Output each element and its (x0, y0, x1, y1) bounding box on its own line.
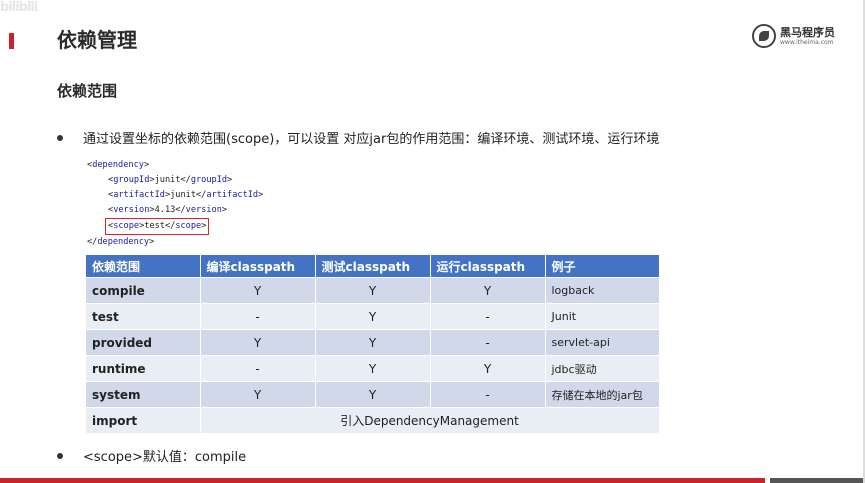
bullet-text: <scope>默认值：compile (83, 450, 247, 465)
page-title: 依赖管理 (57, 28, 137, 52)
code-line-dependency-open: <dependency> (87, 160, 150, 170)
row-example-cell: logback (545, 277, 660, 304)
watermark-logo: bilibili (0, 0, 38, 15)
row-scope-name: test (86, 303, 201, 330)
row-scope-name: runtime (86, 355, 201, 382)
row-example-cell: servlet-api (545, 329, 660, 356)
bullet-text: 通过设置坐标的依赖范围(scope)，可以设置 对应jar包的作用范围：编译环境… (83, 132, 660, 147)
header-runtime-classpath: 运行classpath (430, 255, 546, 278)
table-row: compile Y Y Y logback (86, 277, 660, 304)
row-compile-cell: - (200, 303, 316, 330)
row-scope-name: provided (86, 329, 201, 356)
row-test-cell: Y (315, 303, 431, 330)
title-accent-bar (9, 33, 14, 49)
row-scope-name: compile (86, 277, 201, 304)
horse-logo-icon (752, 24, 776, 48)
row-runtime-cell: Y (430, 355, 546, 382)
code-line-dependency-close: </dependency> (87, 237, 155, 247)
row-test-cell: Y (315, 329, 431, 356)
table-row: provided Y Y - servlet-api (86, 329, 660, 356)
row-runtime-cell: Y (430, 277, 546, 304)
logo-name: 黑马程序员 (780, 25, 835, 39)
code-line-version: <version>4.13</version> (108, 205, 228, 215)
table-row: system Y Y - 存储在本地的jar包 (86, 381, 660, 408)
bullet-scope-description: 通过设置坐标的依赖范围(scope)，可以设置 对应jar包的作用范围：编译环境… (57, 128, 659, 147)
bullet-default-scope: <scope>默认值：compile (57, 446, 246, 465)
row-runtime-cell: - (430, 329, 546, 356)
import-merged-cell: 引入DependencyManagement (200, 407, 660, 433)
row-scope-name: import (86, 407, 201, 433)
bullet-dot-icon (57, 134, 63, 141)
table-row: runtime - Y Y jdbc驱动 (86, 355, 660, 382)
scope-table: 依赖范围 编译classpath 测试classpath 运行classpath… (86, 255, 660, 433)
header-example: 例子 (545, 255, 660, 278)
code-line-groupid: <groupId>junit</groupId> (108, 175, 233, 185)
code-line-artifactid: <artifactId>junit</artifactId> (108, 190, 264, 200)
row-test-cell: Y (315, 381, 431, 408)
bullet-dot-icon (57, 452, 63, 459)
row-test-cell: Y (315, 277, 431, 304)
row-compile-cell: Y (200, 329, 316, 356)
row-compile-cell: Y (200, 381, 316, 408)
row-compile-cell: Y (200, 277, 316, 304)
code-line-scope: <scope>test</scope> (87, 218, 263, 235)
row-test-cell: Y (315, 355, 431, 382)
section-subtitle: 依赖范围 (57, 82, 118, 100)
row-runtime-cell: - (430, 303, 546, 330)
row-scope-name: system (86, 381, 201, 408)
header-scope: 依赖范围 (86, 255, 201, 278)
code-snippet: <dependency> <groupId>junit</groupId> <a… (87, 158, 263, 250)
header-test-classpath: 测试classpath (315, 255, 431, 278)
brand-logo: 黑马程序员 www.itheima.com (752, 24, 835, 48)
row-example-cell: jdbc驱动 (545, 355, 660, 382)
table-row-import: import 引入DependencyManagement (86, 407, 660, 433)
table-row: test - Y - Junit (86, 303, 660, 330)
row-compile-cell: - (200, 355, 316, 382)
footer-red-bar (0, 478, 765, 483)
row-runtime-cell: - (430, 381, 546, 408)
logo-url: www.itheima.com (780, 38, 834, 46)
header-compile-classpath: 编译classpath (200, 255, 316, 278)
scope-highlight-box: <scope>test</scope> (105, 218, 210, 235)
footer-gray-bar (770, 478, 865, 483)
table-header-row: 依赖范围 编译classpath 测试classpath 运行classpath… (86, 255, 660, 278)
row-example-cell: 存储在本地的jar包 (545, 381, 660, 408)
row-example-cell: Junit (545, 303, 660, 330)
